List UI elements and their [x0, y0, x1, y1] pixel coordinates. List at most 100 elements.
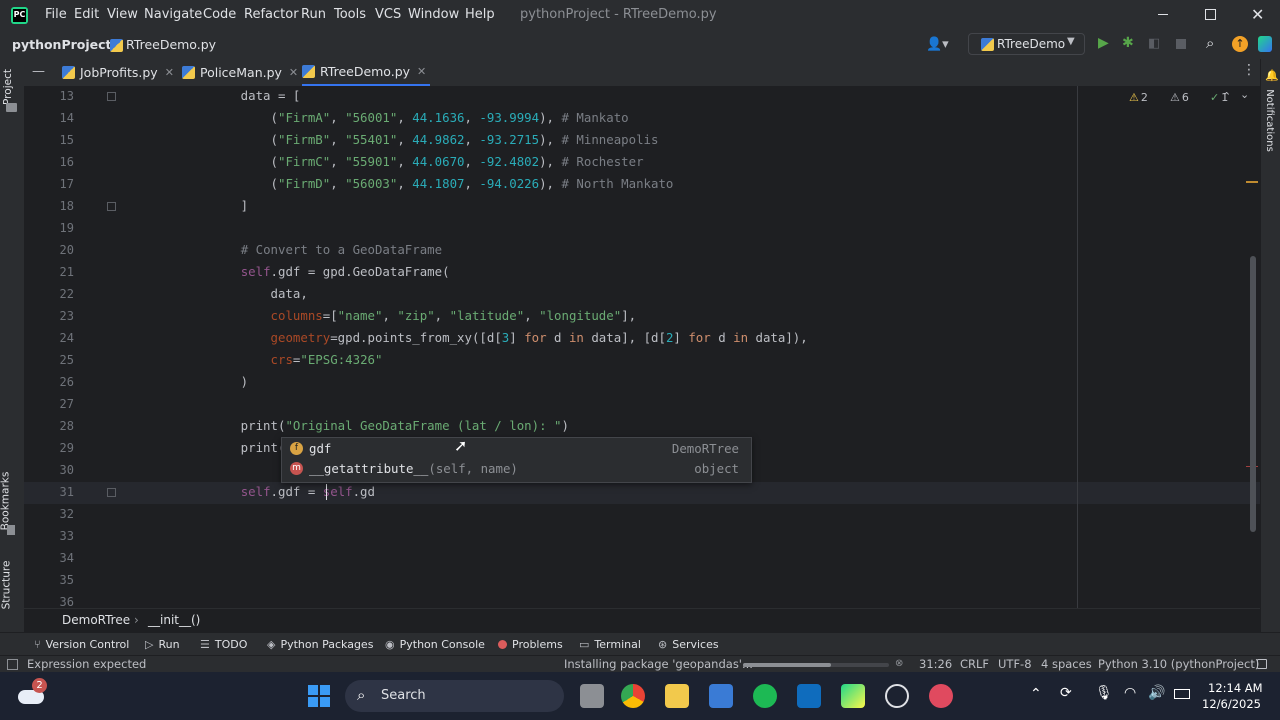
close-icon[interactable]: ✕ [289, 66, 298, 79]
close-icon[interactable]: ✕ [417, 65, 426, 78]
tool-windows-bar: ⑂ Version Control ▷ Run ☰ TODO ◈ Python Pack… [0, 632, 1280, 656]
cancel-task-icon[interactable]: ⊗ [895, 658, 903, 669]
notifications-tool-button[interactable]: Notifications [1264, 89, 1278, 159]
windows-start-icon[interactable] [308, 685, 330, 707]
notifications-tool-label: Notifications [1263, 89, 1275, 152]
nav-file[interactable]: RTreeDemo.py [126, 37, 216, 52]
tool-problems[interactable]: Problems [498, 638, 563, 651]
pycharm-taskbar-icon[interactable] [841, 684, 865, 708]
menu-run[interactable]: Run [301, 7, 326, 22]
spotify-icon[interactable] [753, 684, 777, 708]
tab-jobprofits[interactable]: JobProfits.py ✕ [62, 59, 174, 86]
weak-warning-icon[interactable]: ⚠ 6 [1170, 91, 1189, 104]
code-editor[interactable]: 13 data = [14 ("FirmA", "56001", 44.1636… [24, 86, 1260, 608]
menu-edit[interactable]: Edit [74, 7, 99, 22]
completion-item[interactable]: m __getattribute__(self, name) object [282, 459, 751, 479]
outlook-icon[interactable] [797, 684, 821, 708]
menu-view[interactable]: View [107, 7, 138, 22]
notifications-icon[interactable]: 🔔 [1265, 69, 1279, 82]
vertical-scrollbar[interactable] [1250, 256, 1256, 532]
clock-time[interactable]: 12:14 AM [1208, 681, 1263, 695]
completion-args: (self, name) [428, 461, 518, 476]
nav-project[interactable]: pythonProject [12, 37, 112, 52]
menu-tools[interactable]: Tools [334, 7, 366, 22]
wifi-icon[interactable]: ◠ [1124, 685, 1136, 701]
recorder-icon[interactable] [929, 684, 953, 708]
menu-window[interactable]: Window [408, 7, 459, 22]
indent-setting[interactable]: 4 spaces [1041, 657, 1092, 671]
tool-todo[interactable]: ☰ TODO [200, 638, 247, 651]
update-icon[interactable]: ↑ [1232, 36, 1248, 52]
stop-icon[interactable] [1176, 39, 1186, 49]
fold-marker[interactable] [107, 92, 116, 101]
run-config-selector[interactable]: RTreeDemo ▼ [968, 33, 1085, 55]
sync-icon[interactable]: ⟳ [1060, 685, 1072, 701]
tool-python-console[interactable]: ◉ Python Console [385, 638, 485, 651]
volume-icon[interactable]: 🔊 [1148, 685, 1165, 701]
tab-rtreedemo[interactable]: RTreeDemo.py ✕ [302, 59, 431, 86]
microphone-icon[interactable]: 🎙 [1095, 685, 1113, 701]
chevron-up-icon[interactable]: ⌃ [1222, 90, 1231, 103]
lock-icon[interactable] [1257, 659, 1267, 669]
ai-assistant-icon[interactable] [1258, 36, 1272, 52]
completion-name: __getattribute__(self, name) [309, 461, 518, 476]
caret-position[interactable]: 31:26 [919, 657, 952, 671]
file-explorer-icon[interactable] [665, 684, 689, 708]
menu-refactor[interactable]: Refactor [244, 7, 299, 22]
tool-run[interactable]: ▷ Run [145, 638, 180, 651]
code-line: data = [ [181, 88, 301, 103]
navigation-bar: pythonProject RTreeDemo.py 👤▾ RTreeDemo … [0, 31, 1280, 59]
taskbar-search[interactable]: ⌕ Search [345, 680, 564, 712]
fold-marker[interactable] [107, 202, 116, 211]
warning-icon[interactable]: ⚠ 2 [1129, 91, 1148, 104]
weather-widget[interactable]: 2 [18, 678, 47, 710]
structure-tool-button[interactable]: Structure [0, 559, 20, 619]
clock-date[interactable]: 12/6/2025 [1202, 697, 1261, 711]
search-icon[interactable]: ⌕ [1206, 34, 1214, 52]
battery-icon[interactable] [1174, 689, 1190, 699]
code-line: ) [181, 374, 249, 389]
menu-lines-icon[interactable]: — [32, 64, 45, 79]
file-encoding[interactable]: UTF-8 [998, 657, 1032, 671]
restore-icon[interactable] [1205, 9, 1216, 20]
line-number: 29 [59, 441, 74, 455]
menu-help[interactable]: Help [465, 7, 495, 22]
tool-version-control[interactable]: ⑂ Version Control [34, 638, 129, 651]
coverage-icon[interactable]: ◧ [1148, 36, 1160, 51]
run-icon[interactable]: ▶ [1098, 35, 1109, 51]
line-separator[interactable]: CRLF [960, 657, 989, 671]
python-file-icon [981, 38, 994, 51]
completion-name: gdf [309, 441, 332, 456]
menu-file[interactable]: File [45, 7, 67, 22]
close-icon[interactable]: ✕ [165, 66, 174, 79]
search-icon: ⌕ [357, 686, 366, 704]
menu-code[interactable]: Code [203, 7, 236, 22]
user-icon[interactable]: 👤▾ [926, 37, 949, 52]
breadcrumb-method[interactable]: __init__() [148, 613, 200, 627]
python-interpreter[interactable]: Python 3.10 (pythonProject) [1098, 657, 1259, 671]
breadcrumb-class[interactable]: DemoRTree [62, 613, 130, 627]
menu-navigate[interactable]: Navigate [144, 7, 202, 22]
photos-icon[interactable] [709, 684, 733, 708]
tab-policeman[interactable]: PoliceMan.py ✕ [182, 59, 298, 86]
more-options-icon[interactable]: ⋮ [1242, 62, 1256, 78]
minimize-icon[interactable] [1158, 14, 1168, 15]
chrome-icon[interactable] [621, 684, 645, 708]
run-icon: ▷ [145, 638, 154, 651]
tool-services[interactable]: ⊛ Services [658, 638, 719, 651]
menu-vcs[interactable]: VCS [375, 7, 401, 22]
background-task[interactable]: Installing package 'geopandas'... [564, 657, 753, 671]
task-view-icon[interactable] [580, 684, 604, 708]
completion-method-name: __getattribute__ [309, 461, 429, 476]
chevron-up-icon[interactable]: ⌃ [1030, 686, 1042, 702]
debug-icon[interactable]: ✱ [1122, 35, 1134, 51]
openai-icon[interactable] [885, 684, 909, 708]
line-number: 15 [59, 133, 74, 147]
taskbar-search-label: Search [381, 688, 426, 703]
completion-item[interactable]: f gdf DemoRTree [282, 439, 751, 459]
chevron-down-icon[interactable]: ⌄ [1240, 88, 1249, 101]
tool-python-packages[interactable]: ◈ Python Packages [267, 638, 373, 651]
tool-terminal[interactable]: ▭ Terminal [579, 638, 641, 651]
fold-marker[interactable] [107, 488, 116, 497]
close-icon[interactable]: ✕ [1251, 5, 1264, 24]
